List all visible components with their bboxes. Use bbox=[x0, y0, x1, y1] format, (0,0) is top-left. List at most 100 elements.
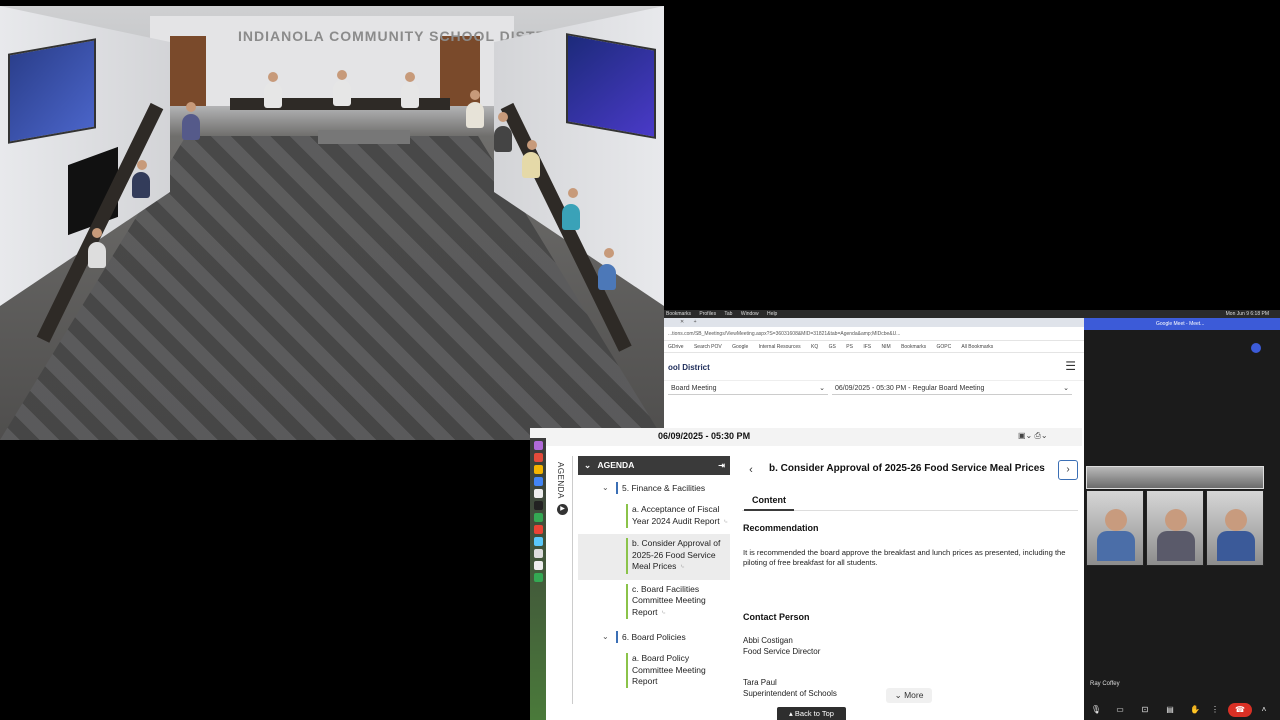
play-icon[interactable]: ▶ bbox=[557, 504, 568, 515]
app-icon[interactable] bbox=[533, 537, 543, 546]
back-to-top-button[interactable]: ▴ Back to Top bbox=[777, 707, 846, 720]
menu-clock: Mon Jun 9 6:18 PM bbox=[1225, 311, 1269, 317]
bookmark[interactable]: KQ bbox=[811, 344, 818, 350]
agenda-item-selected[interactable]: b. Consider Approval of 2025-26 Food Ser… bbox=[578, 534, 730, 580]
previous-item-button[interactable]: ‹ bbox=[742, 461, 760, 479]
agenda-section[interactable]: ⌄ 6. Board Policies bbox=[578, 625, 730, 649]
app-icon[interactable] bbox=[533, 573, 543, 582]
menu-item[interactable]: Tab bbox=[724, 311, 732, 317]
meeting-type-select[interactable]: Board Meeting ⌄ bbox=[668, 383, 828, 395]
person bbox=[562, 204, 580, 230]
person bbox=[88, 242, 106, 268]
new-tab-icon[interactable]: + bbox=[694, 319, 697, 325]
bookmarks-bar: GDrive Search POV Google Internal Resour… bbox=[664, 341, 1084, 353]
agenda-item[interactable]: a. Board Policy Committee Meeting Report bbox=[578, 649, 730, 694]
close-tab-icon[interactable]: ✕ bbox=[680, 319, 684, 325]
bookmark[interactable]: GOPC bbox=[936, 344, 951, 350]
chevron-down-icon: ⌄ bbox=[819, 385, 825, 392]
wall-display-left bbox=[8, 38, 96, 144]
tab-underline bbox=[744, 509, 794, 511]
bookmark[interactable]: GS bbox=[829, 344, 836, 350]
collapse-panel-icon[interactable]: ⇥ bbox=[718, 456, 725, 475]
person bbox=[522, 152, 540, 178]
person bbox=[401, 82, 419, 108]
agenda-section[interactable]: ⌄ 5. Finance & Facilities bbox=[578, 476, 730, 500]
hang-up-button[interactable]: ☎ bbox=[1228, 703, 1252, 717]
raise-hand-icon[interactable]: ✋ bbox=[1189, 704, 1201, 716]
participant-tile[interactable] bbox=[1146, 490, 1204, 566]
chevron-down-icon: ⌄ bbox=[584, 460, 592, 470]
app-icon[interactable] bbox=[533, 441, 543, 450]
present-icon[interactable]: ⊡ bbox=[1139, 704, 1151, 716]
app-icon[interactable] bbox=[533, 561, 543, 570]
meet-tab-title: Google Meet - Meet... bbox=[1084, 318, 1280, 330]
app-icon[interactable] bbox=[533, 453, 543, 462]
participant-body bbox=[1217, 531, 1255, 561]
person-head bbox=[337, 70, 347, 80]
tab-content[interactable]: Content bbox=[752, 495, 786, 505]
detail-tabbar bbox=[742, 491, 1078, 511]
menu-item[interactable]: Profiles bbox=[699, 311, 716, 317]
app-icon[interactable] bbox=[533, 501, 543, 510]
more-button[interactable]: ⌄ More bbox=[886, 688, 932, 703]
agenda-item[interactable]: a. Acceptance of Fiscal Year 2024 Audit … bbox=[578, 500, 730, 534]
bookmark[interactable]: Search POV bbox=[694, 344, 722, 350]
person bbox=[182, 114, 200, 140]
app-icon[interactable] bbox=[533, 525, 543, 534]
bookmark[interactable]: IFS bbox=[863, 344, 871, 350]
app-icon[interactable] bbox=[533, 489, 543, 498]
contact-heading: Contact Person bbox=[743, 612, 810, 622]
menu-item[interactable]: Help bbox=[767, 311, 777, 317]
participant-tile-room[interactable] bbox=[1086, 466, 1264, 489]
app-icon[interactable] bbox=[533, 477, 543, 486]
captions-icon[interactable]: ▤ bbox=[1164, 704, 1176, 716]
bookmark[interactable]: All Bookmarks bbox=[961, 344, 993, 350]
chevron-up-icon[interactable]: ˄ bbox=[1258, 704, 1270, 716]
meet-avatar-icon[interactable] bbox=[1251, 343, 1261, 353]
participant-face bbox=[1225, 509, 1247, 531]
view-print-icons[interactable]: ▣⌄ ⎙⌄ bbox=[1018, 431, 1048, 441]
camera-icon[interactable]: ▭ bbox=[1114, 704, 1126, 716]
attachment-icon: ⌎ bbox=[721, 518, 728, 526]
meeting-selectors: Board Meeting ⌄ 06/09/2025 - 05:30 PM - … bbox=[664, 381, 1084, 397]
contact-person: Tara Paul Superintendent of Schools bbox=[743, 678, 837, 699]
wall-display-right bbox=[566, 33, 656, 139]
bookmark[interactable]: PS bbox=[846, 344, 853, 350]
contact-person: Abbi Costigan Food Service Director bbox=[743, 636, 820, 657]
app-icon[interactable] bbox=[533, 513, 543, 522]
participant-tile[interactable] bbox=[1206, 490, 1264, 566]
agenda-header[interactable]: ⌄ AGENDA ⇥ bbox=[578, 456, 730, 475]
site-title: ool District bbox=[668, 363, 710, 372]
contact-name: Abbi Costigan bbox=[743, 636, 793, 645]
self-name: Ray Coffey bbox=[1090, 681, 1120, 687]
date-bar bbox=[530, 428, 1082, 446]
app-icon[interactable] bbox=[533, 465, 543, 474]
agenda-item[interactable]: c. Board Facilities Committee Meeting Re… bbox=[578, 580, 730, 626]
meeting-select[interactable]: 06/09/2025 - 05:30 PM - Regular Board Me… bbox=[832, 383, 1072, 395]
meeting-date: 06/09/2025 - 05:30 PM bbox=[658, 431, 751, 441]
menu-item[interactable]: Window bbox=[741, 311, 759, 317]
contact-role: Superintendent of Schools bbox=[743, 688, 837, 698]
bookmark[interactable]: NIM bbox=[882, 344, 891, 350]
browser-tabstrip: ✕ + bbox=[664, 318, 1084, 327]
screen: INDIANOLA COMMUNITY SCHOOL DISTRICT Book… bbox=[0, 0, 1280, 720]
menu-item[interactable]: Bookmarks bbox=[666, 311, 691, 317]
bookmark[interactable]: Bookmarks bbox=[901, 344, 926, 350]
bookmark[interactable]: Google bbox=[732, 344, 748, 350]
person-head bbox=[268, 72, 278, 82]
person-head bbox=[470, 90, 480, 100]
app-icon[interactable] bbox=[533, 549, 543, 558]
person-head bbox=[498, 112, 508, 122]
center-table bbox=[318, 130, 410, 144]
attachment-icon: ⌎ bbox=[659, 609, 666, 617]
wood-panel bbox=[170, 36, 206, 106]
bookmark[interactable]: Internal Resources bbox=[759, 344, 801, 350]
participant-tile[interactable] bbox=[1086, 490, 1144, 566]
more-options-icon[interactable]: ⋮ bbox=[1209, 704, 1221, 716]
menu-icon[interactable]: ☰ bbox=[1065, 359, 1076, 373]
address-bar[interactable]: ...tions.com/SB_Meetings/ViewMeeting.asp… bbox=[664, 327, 1084, 341]
mic-icon[interactable]: 🎙 bbox=[1090, 704, 1102, 716]
bookmark[interactable]: GDrive bbox=[668, 344, 684, 350]
participant-face bbox=[1105, 509, 1127, 531]
next-item-button[interactable]: › bbox=[1058, 460, 1078, 480]
